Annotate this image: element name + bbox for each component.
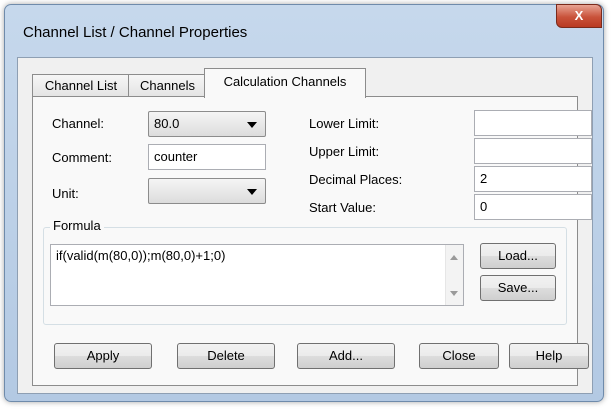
upper-limit-field[interactable] (474, 138, 592, 164)
formula-textarea[interactable]: if(valid(m(80,0));m(80,0)+1;0) (50, 244, 464, 306)
scroll-down-icon (450, 291, 458, 296)
apply-button[interactable]: Apply (54, 343, 152, 369)
unit-select[interactable] (148, 178, 266, 204)
dialog-client: Channel List Channels Calculation Channe… (17, 57, 593, 394)
formula-scrollbar[interactable] (445, 245, 463, 305)
tab-label: Channels (140, 78, 195, 93)
lower-limit-label: Lower Limit: (309, 116, 380, 131)
add-button[interactable]: Add... (297, 343, 395, 369)
formula-group: Formula if(valid(m(80,0));m(80,0)+1;0) L… (43, 218, 567, 325)
delete-button[interactable]: Delete (177, 343, 275, 369)
tab-label: Calculation Channels (223, 74, 347, 89)
start-value-field[interactable]: 0 (474, 194, 592, 220)
decimal-places-label: Decimal Places: (309, 172, 403, 187)
chevron-down-icon (247, 122, 257, 128)
close-icon: X (574, 8, 584, 23)
close-button[interactable]: Close (419, 343, 499, 369)
scroll-up-icon (450, 255, 458, 260)
upper-limit-label: Upper Limit: (309, 144, 380, 159)
title-bar[interactable]: Channel List / Channel Properties X (5, 4, 603, 57)
chevron-down-icon (247, 189, 257, 195)
comment-field[interactable]: counter (148, 144, 266, 170)
help-button[interactable]: Help (509, 343, 589, 369)
close-window-button[interactable]: X (556, 4, 602, 28)
window-title: Channel List / Channel Properties (23, 24, 248, 41)
tab-channels[interactable]: Channels (128, 74, 207, 97)
calculation-channels-panel: Channel: 80.0 Comment: counter Unit: Low… (32, 96, 592, 386)
tab-calculation-channels[interactable]: Calculation Channels (204, 68, 366, 98)
decimal-places-field[interactable]: 2 (474, 166, 592, 192)
unit-label: Unit: (52, 186, 79, 201)
tab-label: Channel List (44, 78, 118, 93)
dialog-window: Channel List / Channel Properties X Chan… (4, 4, 604, 402)
formula-text: if(valid(m(80,0));m(80,0)+1;0) (56, 248, 226, 263)
tab-channel-list[interactable]: Channel List (32, 74, 130, 97)
comment-label: Comment: (52, 150, 112, 165)
lower-limit-field[interactable] (474, 110, 592, 136)
channel-select[interactable]: 80.0 (148, 111, 266, 137)
channel-label: Channel: (52, 116, 105, 131)
formula-group-title: Formula (50, 218, 104, 233)
load-button[interactable]: Load... (480, 243, 556, 269)
save-button[interactable]: Save... (480, 275, 556, 301)
start-value-label: Start Value: (309, 200, 376, 215)
channel-select-value: 80.0 (154, 116, 180, 131)
